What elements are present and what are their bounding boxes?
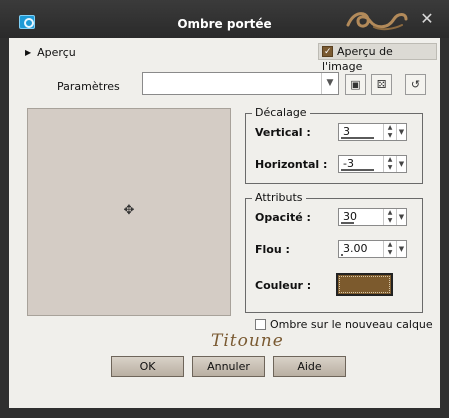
dialog-window: Ombre portée ✕ ▶ Aperçu Aperçu de l'image… (0, 0, 449, 418)
chevron-down-icon[interactable]: ▼ (321, 73, 338, 94)
preview-expander-label: Aperçu (37, 46, 76, 59)
new-layer-checkbox[interactable]: Ombre sur le nouveau calque (255, 318, 433, 331)
cancel-button[interactable]: Annuler (192, 356, 265, 377)
random-dice-icon[interactable]: ⚄ (371, 74, 392, 95)
crosshair-icon[interactable]: ✥ (121, 203, 137, 219)
shadow-color-swatch[interactable] (336, 273, 393, 296)
vertical-slider-bar[interactable] (341, 137, 374, 139)
dropdown-arrow-icon[interactable]: ▼ (396, 124, 406, 140)
signature-text: Titoune (211, 331, 284, 351)
new-layer-label: Ombre sur le nouveau calque (270, 318, 433, 331)
dialog-body: ▶ Aperçu Aperçu de l'image Paramètres ▼ ▣… (9, 38, 440, 408)
horizontal-slider-bar[interactable] (341, 169, 374, 171)
opacity-spinbox[interactable]: 30 ▲ ▼ ▼ (338, 208, 407, 226)
preview-expander[interactable]: ▶ Aperçu (25, 46, 76, 59)
title-bar[interactable]: Ombre portée ✕ (0, 0, 449, 38)
opacity-label: Opacité : (255, 211, 311, 224)
attributes-group: Attributs Opacité : 30 ▲ ▼ ▼ Flou : 3.00 … (245, 191, 423, 313)
horizontal-label: Horizontal : (255, 158, 328, 171)
expand-triangle-icon: ▶ (25, 48, 32, 57)
ok-button[interactable]: OK (111, 356, 184, 377)
offset-group: Décalage Vertical : 3 ▲ ▼ ▼ Horizontal : … (245, 106, 423, 184)
blur-label: Flou : (255, 243, 290, 256)
blur-slider-bar[interactable] (341, 254, 343, 256)
attributes-legend: Attributs (252, 191, 306, 204)
dropdown-arrow-icon[interactable]: ▼ (396, 241, 406, 257)
help-button[interactable]: Aide (273, 356, 346, 377)
blur-spinbox[interactable]: 3.00 ▲ ▼ ▼ (338, 240, 407, 258)
save-preset-icon[interactable]: ▣ (345, 74, 366, 95)
blur-value: 3.00 (343, 242, 368, 255)
color-label: Couleur : (255, 279, 312, 292)
vertical-spinbox[interactable]: 3 ▲ ▼ ▼ (338, 123, 407, 141)
params-label: Paramètres (57, 80, 120, 93)
spin-arrows-icon[interactable]: ▲ ▼ (383, 209, 396, 225)
vertical-label: Vertical : (255, 126, 311, 139)
spin-arrows-icon[interactable]: ▲ ▼ (383, 241, 396, 257)
opacity-slider-bar[interactable] (341, 222, 354, 224)
preview-canvas[interactable]: ✥ (27, 108, 231, 316)
spin-arrows-icon[interactable]: ▲ ▼ (383, 124, 396, 140)
decorative-swirl-icon (346, 12, 408, 31)
horizontal-spinbox[interactable]: -3 ▲ ▼ ▼ (338, 155, 407, 173)
reset-icon[interactable]: ↺ (405, 74, 426, 95)
dropdown-arrow-icon[interactable]: ▼ (396, 209, 406, 225)
checkbox-icon[interactable] (255, 319, 266, 330)
checkbox-checked-icon[interactable] (322, 45, 333, 60)
spin-arrows-icon[interactable]: ▲ ▼ (383, 156, 396, 172)
offset-legend: Décalage (252, 106, 310, 119)
close-icon[interactable]: ✕ (418, 10, 436, 28)
preset-dropdown[interactable]: ▼ (142, 72, 339, 95)
image-preview-checkbox[interactable]: Aperçu de l'image (318, 43, 437, 73)
dropdown-arrow-icon[interactable]: ▼ (396, 156, 406, 172)
